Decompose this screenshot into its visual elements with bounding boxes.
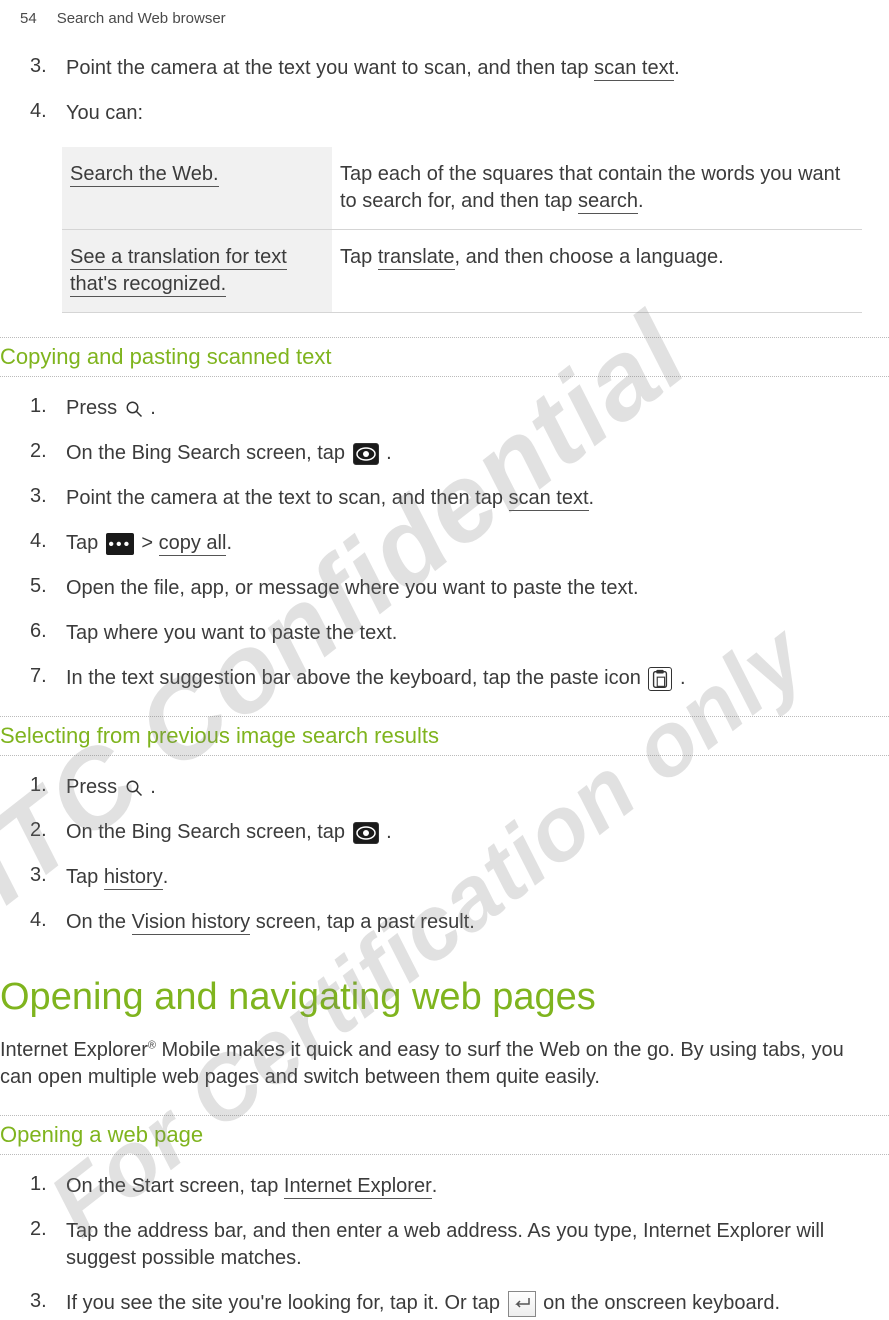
section-title: Search and Web browser xyxy=(57,10,226,27)
step-text: Open the file, app, or message where you… xyxy=(66,575,879,602)
registered-mark: ® xyxy=(148,1039,156,1051)
step-text: Tap ••• > copy all. xyxy=(66,530,879,557)
steps-copy: 1. Press . 2. On the Bing Search screen,… xyxy=(0,395,889,692)
step-text: Point the camera at the text to scan, an… xyxy=(66,485,879,512)
text: . xyxy=(386,821,392,843)
bold-text: history xyxy=(104,866,163,890)
step-marker: 3. xyxy=(30,1290,48,1313)
step-marker: 2. xyxy=(30,440,48,463)
step-text: In the text suggestion bar above the key… xyxy=(66,665,879,692)
table-left: See a translation for text that's recogn… xyxy=(62,230,332,313)
text: . xyxy=(150,776,156,798)
step-text: On the Bing Search screen, tap . xyxy=(66,440,879,467)
search-icon xyxy=(125,400,143,418)
text: Internet Explorer xyxy=(0,1039,148,1061)
text: Press xyxy=(66,397,123,419)
text: . xyxy=(150,397,156,419)
steps-intro: 3. Point the camera at the text you want… xyxy=(0,55,889,127)
step-marker: 2. xyxy=(30,819,48,842)
step-marker: 1. xyxy=(30,1173,48,1196)
step-marker: 5. xyxy=(30,575,48,598)
text: Tap xyxy=(66,532,104,554)
text: , and then choose a language. xyxy=(455,246,724,268)
bold-text: scan text xyxy=(594,57,674,81)
text: On the xyxy=(66,911,132,933)
step-marker: 4. xyxy=(30,100,48,123)
text: . xyxy=(680,667,686,689)
step-marker: 4. xyxy=(30,530,48,553)
step-marker: 1. xyxy=(30,774,48,797)
text: Point the camera at the text to scan, an… xyxy=(66,487,509,509)
step-marker: 3. xyxy=(30,864,48,887)
text: . xyxy=(674,57,680,79)
text: on the onscreen keyboard. xyxy=(543,1292,780,1314)
text: On the Start screen, tap xyxy=(66,1175,284,1197)
page-number: 54 xyxy=(20,10,37,27)
text: Tap xyxy=(340,246,378,268)
text: . xyxy=(432,1175,438,1197)
text: In the text suggestion bar above the key… xyxy=(66,667,646,689)
text: . xyxy=(163,866,169,888)
bold-text: Internet Explorer xyxy=(284,1175,432,1199)
step-marker: 6. xyxy=(30,620,48,643)
bold-text: scan text xyxy=(509,487,589,511)
intro-paragraph: Internet Explorer® Mobile makes it quick… xyxy=(0,1037,871,1091)
table-right: Tap each of the squares that contain the… xyxy=(332,147,862,230)
bold-text: translate xyxy=(378,246,455,270)
enter-key-icon xyxy=(508,1291,536,1317)
text: On the Bing Search screen, tap xyxy=(66,821,351,843)
text: Point the camera at the text you want to… xyxy=(66,57,594,79)
step-text: If you see the site you're looking for, … xyxy=(66,1290,879,1317)
bold-text: copy all xyxy=(159,532,227,556)
text: On the Bing Search screen, tap xyxy=(66,442,351,464)
step-text: On the Bing Search screen, tap . xyxy=(66,819,879,846)
bold-text: search xyxy=(578,190,638,214)
search-icon xyxy=(125,779,143,797)
step-text: Tap the address bar, and then enter a we… xyxy=(66,1218,879,1272)
step-text: Press . xyxy=(66,395,879,422)
paste-icon xyxy=(648,667,672,691)
table-row: Search the Web. Tap each of the squares … xyxy=(62,147,862,230)
step-marker: 4. xyxy=(30,909,48,932)
step-text: On the Vision history screen, tap a past… xyxy=(66,909,879,936)
text: Tap xyxy=(66,866,104,888)
table-right: Tap translate, and then choose a languag… xyxy=(332,230,862,313)
table-left: Search the Web. xyxy=(62,147,332,230)
steps-history: 1. Press . 2. On the Bing Search screen,… xyxy=(0,774,889,936)
subsection-title: Copying and pasting scanned text xyxy=(0,337,889,377)
page-header: 54 Search and Web browser xyxy=(0,10,889,27)
text: Press xyxy=(66,776,123,798)
text: . xyxy=(226,532,232,554)
text: If you see the site you're looking for, … xyxy=(66,1292,506,1314)
step-marker: 3. xyxy=(30,55,48,78)
vision-icon xyxy=(353,443,379,465)
table-row: See a translation for text that's recogn… xyxy=(62,230,862,313)
step-text: Press . xyxy=(66,774,879,801)
step-text: Tap history. xyxy=(66,864,879,891)
step-text: Tap where you want to paste the text. xyxy=(66,620,879,647)
subsection-title: Opening a web page xyxy=(0,1115,889,1155)
step-text: On the Start screen, tap Internet Explor… xyxy=(66,1173,879,1200)
text: . xyxy=(386,442,392,464)
bold-text: Search the Web. xyxy=(70,163,219,187)
options-table: Search the Web. Tap each of the squares … xyxy=(62,147,862,313)
more-icon: ••• xyxy=(106,533,134,555)
text: screen, tap a past result. xyxy=(250,911,475,933)
step-marker: 2. xyxy=(30,1218,48,1241)
step-marker: 1. xyxy=(30,395,48,418)
text: > xyxy=(141,532,158,554)
text: . xyxy=(638,190,644,212)
step-marker: 7. xyxy=(30,665,48,688)
main-heading: Opening and navigating web pages xyxy=(0,976,889,1019)
subsection-title: Selecting from previous image search res… xyxy=(0,716,889,756)
step-text: You can: xyxy=(66,100,879,127)
step-marker: 3. xyxy=(30,485,48,508)
vision-icon xyxy=(353,822,379,844)
bold-text: Vision history xyxy=(132,911,251,935)
step-text: Point the camera at the text you want to… xyxy=(66,55,879,82)
text: . xyxy=(589,487,595,509)
bold-text: See a translation for text that's recogn… xyxy=(70,246,287,297)
steps-open-page: 1. On the Start screen, tap Internet Exp… xyxy=(0,1173,889,1317)
